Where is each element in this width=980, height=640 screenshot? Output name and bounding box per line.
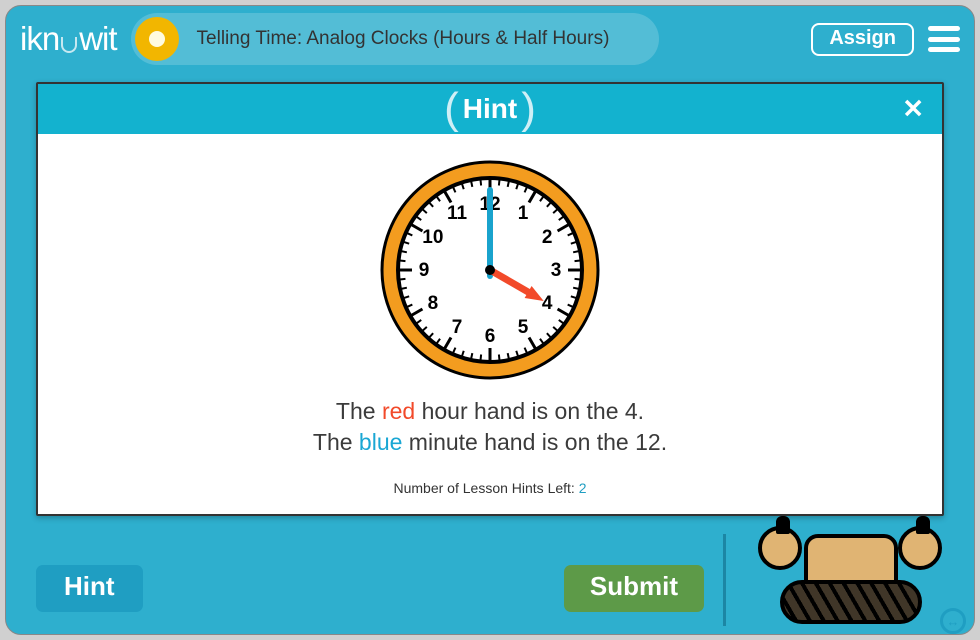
hint-modal: ( Hint ) ✕ 121234567891011 bbox=[36, 82, 944, 516]
hint-modal-title: Hint bbox=[463, 93, 517, 125]
logo[interactable]: ikn wit bbox=[20, 20, 117, 58]
svg-text:2: 2 bbox=[542, 227, 553, 248]
svg-text:6: 6 bbox=[485, 326, 496, 347]
hint-modal-body: 121234567891011 The red hour hand is on … bbox=[38, 134, 942, 514]
assign-button[interactable]: Assign bbox=[811, 23, 914, 56]
lesson-title: Telling Time: Analog Clocks (Hours & Hal… bbox=[197, 28, 610, 50]
hints-left-label: Number of Lesson Hints Left: 2 bbox=[68, 480, 912, 496]
level-badge-dot-icon bbox=[149, 31, 165, 47]
lightbulb-icon bbox=[61, 37, 77, 53]
hint-button[interactable]: Hint bbox=[36, 565, 143, 612]
analog-clock-icon: 121234567891011 bbox=[378, 158, 602, 382]
vertical-divider bbox=[723, 534, 726, 626]
svg-text:5: 5 bbox=[518, 317, 529, 338]
svg-text:1: 1 bbox=[518, 203, 529, 224]
svg-text:8: 8 bbox=[428, 293, 439, 314]
hint-line1-color: red bbox=[382, 398, 415, 424]
hint-line2-pre: The bbox=[313, 429, 359, 455]
header-bar: ikn wit Telling Time: Analog Clocks (Hou… bbox=[6, 6, 974, 72]
svg-text:11: 11 bbox=[447, 203, 468, 224]
hint-line2-post: minute hand is on the 12. bbox=[402, 429, 667, 455]
hint-line2-color: blue bbox=[359, 429, 402, 455]
close-icon[interactable]: ✕ bbox=[902, 94, 924, 125]
hint-modal-header: ( Hint ) ✕ bbox=[38, 84, 942, 134]
hints-left-count: 2 bbox=[579, 480, 587, 496]
hint-line1-pre: The bbox=[336, 398, 382, 424]
app-frame: ikn wit Telling Time: Analog Clocks (Hou… bbox=[5, 5, 975, 635]
logo-text-left: ikn bbox=[20, 20, 59, 58]
hint-line1-post: hour hand is on the 4. bbox=[415, 398, 644, 424]
level-badge-icon bbox=[135, 17, 179, 61]
svg-text:9: 9 bbox=[419, 260, 430, 281]
submit-button[interactable]: Submit bbox=[564, 565, 704, 612]
lesson-title-pill: Telling Time: Analog Clocks (Hours & Hal… bbox=[131, 13, 660, 65]
hint-text: The red hour hand is on the 4. The blue … bbox=[68, 396, 912, 458]
bottom-toolbar: Hint Submit bbox=[6, 554, 974, 622]
logo-text-right: wit bbox=[79, 20, 116, 58]
svg-text:3: 3 bbox=[551, 260, 562, 281]
hamburger-menu-icon[interactable] bbox=[928, 26, 960, 52]
svg-text:10: 10 bbox=[422, 227, 443, 248]
svg-text:4: 4 bbox=[542, 293, 553, 314]
expand-icon[interactable]: ↔ bbox=[940, 608, 966, 634]
svg-text:7: 7 bbox=[452, 317, 463, 338]
